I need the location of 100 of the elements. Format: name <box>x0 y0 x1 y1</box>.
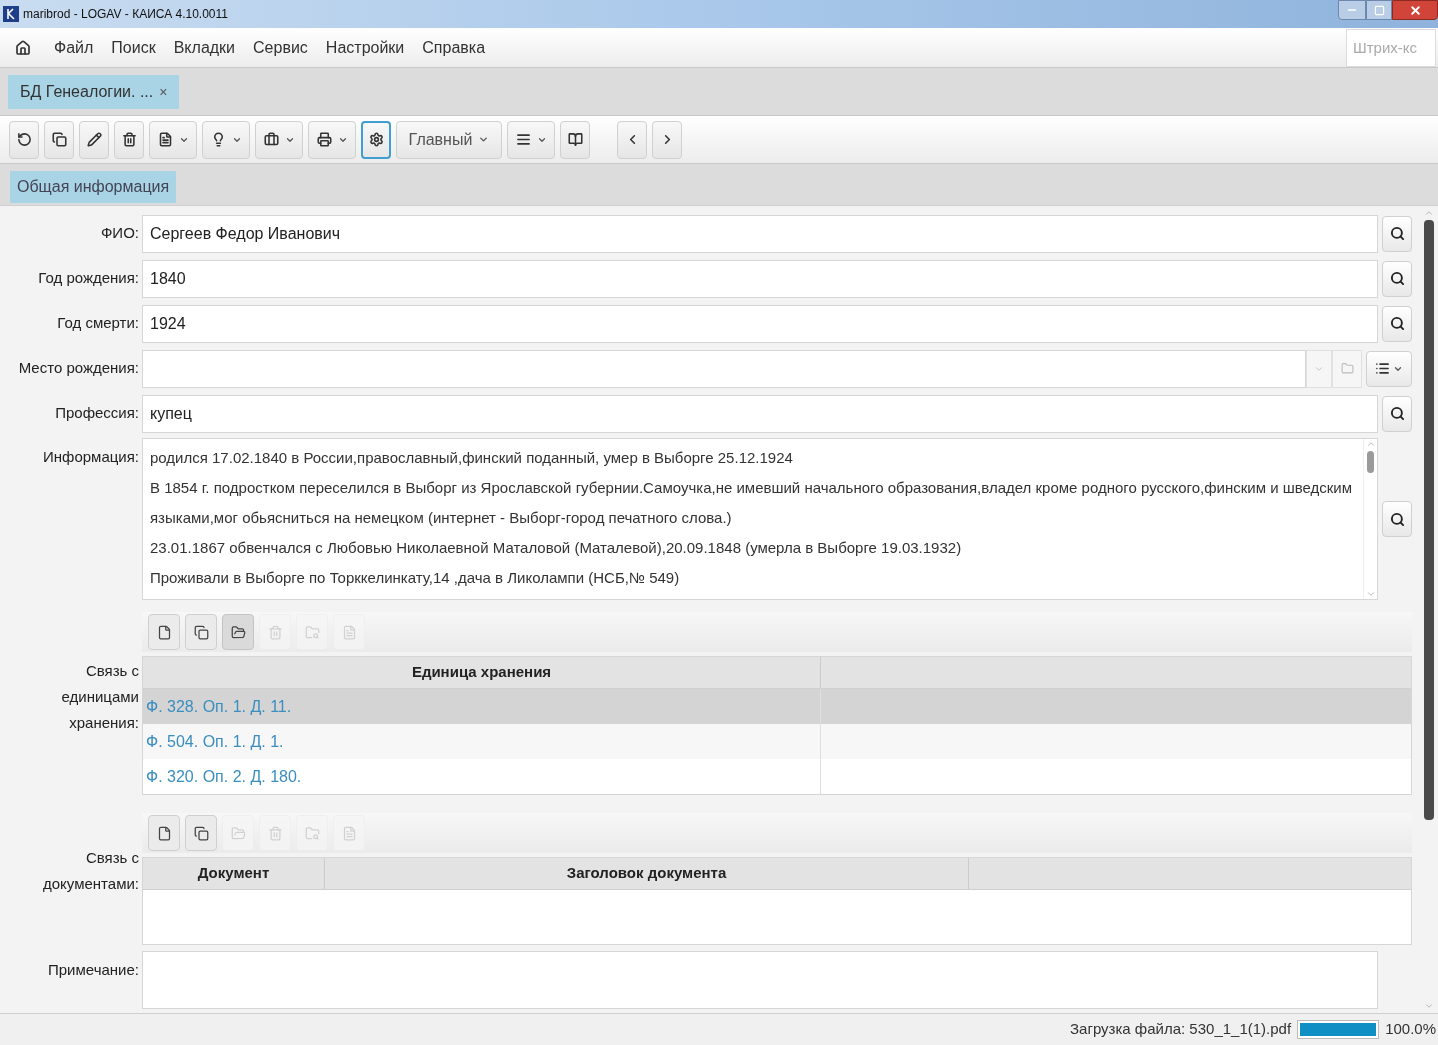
scrollbar-thumb[interactable] <box>1367 451 1374 473</box>
column-header[interactable]: Документ <box>143 858 325 889</box>
text-field[interactable]: купец <box>142 394 1378 433</box>
dropdown-button[interactable] <box>308 120 356 159</box>
restore-icon <box>1373 4 1385 16</box>
search-button[interactable] <box>1382 305 1412 342</box>
toolbar-button[interactable] <box>148 815 180 851</box>
copy-icon <box>193 624 209 640</box>
information-paragraph: В 1854 г. подростком переселился в Выборг из Ярославской губернии.Самоучка,не имевший начального образования,владел кроме родного русского,финским и шведским языками,мог обьясниться на немецком (интернет - Выборг-город печатного слова.) <box>150 478 1354 528</box>
field-label: Примечание: <box>47 960 140 980</box>
dropdown-button[interactable] <box>507 120 555 159</box>
copy-icon <box>51 132 67 147</box>
text-field[interactable]: 1924 <box>142 304 1378 343</box>
combo-field[interactable] <box>142 349 1306 388</box>
toolbar-button[interactable] <box>148 614 180 650</box>
document-icon <box>341 825 357 841</box>
new-file-icon <box>156 825 172 841</box>
list-icon <box>1375 361 1390 376</box>
search-icon <box>1389 226 1405 241</box>
search-button[interactable] <box>1382 215 1412 252</box>
folder-search-icon <box>304 825 320 841</box>
toolbar-button[interactable] <box>9 120 39 159</box>
search-icon <box>1389 271 1405 286</box>
app-icon <box>3 6 19 22</box>
window-title: maribrod - LOGAV - КАИСА 4.10.0011 <box>23 6 228 23</box>
search-icon <box>1389 511 1405 527</box>
toolbar-button[interactable] <box>185 614 217 650</box>
field-label: Связь с единицами хранения: <box>60 661 140 733</box>
field-label: Год рождения: <box>37 268 140 289</box>
textarea-scrollbar[interactable] <box>1363 439 1377 599</box>
note-field[interactable] <box>142 951 1378 1009</box>
trash-icon <box>121 132 137 147</box>
information-paragraph: родился 17.02.1840 в России,православный,финский поданный, умер в Выборге 25.12.1924 <box>150 448 794 468</box>
toolbar-button[interactable] <box>79 120 109 159</box>
field-label: Профессия: <box>54 403 140 424</box>
document-icon <box>157 132 173 147</box>
copy-icon <box>193 825 209 841</box>
field-label: Год смерти: <box>56 313 140 334</box>
restore-button[interactable] <box>1366 0 1392 20</box>
menu-item[interactable]: Вкладки <box>164 35 245 60</box>
toolbar-button[interactable] <box>44 120 74 159</box>
folder-icon <box>230 624 246 640</box>
toolbar-button[interactable] <box>114 120 144 159</box>
barcode-field[interactable]: Штрих-кс <box>1346 28 1436 67</box>
menu-item[interactable]: Поиск <box>102 35 165 60</box>
document-icon <box>341 624 357 640</box>
menu-item[interactable]: Справка <box>413 35 495 60</box>
search-button[interactable] <box>1382 260 1412 297</box>
text-field[interactable]: 1840 <box>142 259 1378 298</box>
section-tab[interactable]: Общая информация <box>10 171 177 203</box>
home-icon[interactable] <box>15 39 31 56</box>
dropdown-button[interactable] <box>255 120 303 159</box>
dropdown-toggle[interactable] <box>1306 349 1332 388</box>
dropdown-button[interactable] <box>149 120 197 159</box>
trash-icon <box>267 825 283 841</box>
caret-icon <box>478 134 490 145</box>
settings-icon <box>368 132 384 147</box>
pencil-icon <box>86 132 102 147</box>
book-icon <box>567 132 583 147</box>
view-select[interactable]: Главный <box>396 120 502 159</box>
storage-link[interactable]: Ф. 320. Оп. 2. Д. 180. <box>143 759 821 794</box>
minimize-button[interactable] <box>1338 0 1366 20</box>
toolbar-button[interactable] <box>560 120 590 159</box>
folder-search-icon <box>304 624 320 640</box>
close-button[interactable] <box>1392 0 1438 20</box>
field-label: ФИО: <box>99 223 140 244</box>
menu-icon <box>515 132 531 147</box>
search-icon <box>1389 316 1405 331</box>
undo-icon <box>16 132 32 147</box>
scrollbar-thumb[interactable] <box>1424 220 1434 820</box>
briefcase-icon <box>263 132 279 147</box>
trash-icon <box>267 624 283 640</box>
menu-item[interactable]: Сервис <box>244 35 317 60</box>
menu-item[interactable]: Настройки <box>316 35 414 60</box>
status-text: Загрузка файла: 530_1_1(1).pdf <box>1070 1019 1292 1040</box>
information-textarea[interactable] <box>142 438 1378 600</box>
field-label: Информация: <box>42 447 140 467</box>
tab-label: БД Генеалогии. ... <box>20 82 154 102</box>
search-icon <box>1389 406 1405 421</box>
list-button[interactable] <box>1366 350 1412 387</box>
tab-close[interactable]: × <box>159 81 168 103</box>
printer-icon <box>316 132 332 147</box>
menu-item[interactable]: Файл <box>45 35 103 60</box>
text-field[interactable]: Сергеев Федор Иванович <box>142 214 1378 253</box>
information-paragraph: Проживали в Выборге по Торккелинкату,14 ,дача в Ликолампи (НСБ,№ 549) <box>150 568 681 588</box>
search-button[interactable] <box>1382 501 1412 537</box>
column-header[interactable]: Заголовок документа <box>325 858 969 889</box>
toolbar-button[interactable] <box>361 120 391 159</box>
folder-icon <box>230 825 246 841</box>
field-label: Связь с документами: <box>42 848 140 894</box>
document-tab[interactable]: БД Генеалогии. ... × <box>8 75 180 109</box>
information-paragraph: 23.01.1867 обвенчался с Любовью Николаевной Маталовой (Маталевой),20.09.1848 (умерла в Выборге 19.03.1932) <box>150 538 963 558</box>
folder-icon <box>1340 362 1354 375</box>
toolbar-button[interactable] <box>185 815 217 851</box>
progress-reading: 100.0% <box>1385 1019 1436 1040</box>
field-label: Место рождения: <box>17 358 140 379</box>
close-icon <box>1408 3 1422 17</box>
new-file-icon <box>156 624 172 640</box>
search-button[interactable] <box>1382 395 1412 432</box>
toolbar-button[interactable] <box>222 614 254 650</box>
